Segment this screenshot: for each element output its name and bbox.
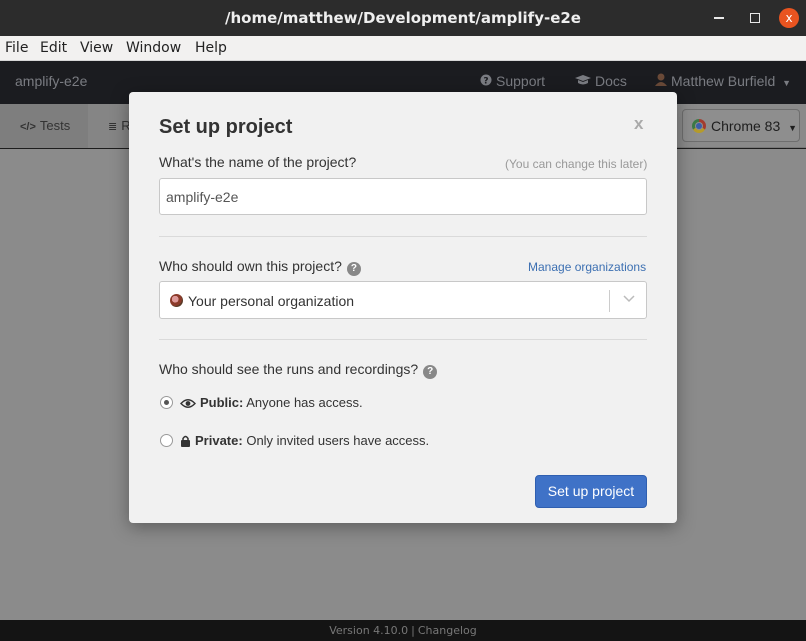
help-icon[interactable]: ?: [346, 262, 361, 276]
support-link[interactable]: ? Support: [480, 73, 545, 89]
setup-project-dialog: Set up project x What's the name of the …: [129, 92, 677, 523]
select-divider: [609, 290, 610, 312]
close-icon: x: [785, 11, 793, 25]
code-icon: </>: [20, 121, 36, 133]
visibility-label-text: Who should see the runs and recordings?: [159, 361, 419, 377]
owner-selected-value: Your personal organization: [188, 293, 355, 309]
chevron-down-icon: ▼: [788, 123, 798, 133]
user-name: Matthew Burfield: [671, 73, 776, 89]
private-title: Private:: [195, 433, 243, 448]
menu-bar: File Edit View Window Help: [0, 36, 806, 61]
private-radio[interactable]: [160, 434, 173, 447]
browser-select[interactable]: Chrome 83 ▼: [682, 109, 800, 142]
user-menu[interactable]: Matthew Burfield ▼: [655, 73, 791, 89]
manage-organizations-link[interactable]: Manage organizations: [528, 260, 646, 274]
lock-icon: [181, 435, 190, 447]
question-circle-icon: ?: [480, 74, 492, 89]
menu-file[interactable]: File: [5, 40, 28, 56]
window-titlebar: /home/matthew/Development/amplify-e2e x: [0, 0, 806, 36]
divider: [159, 236, 647, 237]
svg-text:?: ?: [483, 77, 488, 87]
public-radio[interactable]: [160, 396, 173, 409]
divider: [159, 339, 647, 340]
owner-select[interactable]: Your personal organization: [159, 281, 647, 319]
private-option[interactable]: Private: Only invited users have access.: [180, 433, 429, 448]
chrome-icon: [692, 119, 706, 133]
minimize-icon: [714, 17, 724, 19]
maximize-icon: [750, 13, 760, 23]
support-label: Support: [496, 73, 546, 89]
window-title: /home/matthew/Development/amplify-e2e: [224, 9, 581, 27]
organization-avatar-icon: [170, 294, 183, 307]
tab-tests-label: Tests: [39, 118, 71, 133]
version-label: Version 4.10.0: [329, 624, 409, 637]
project-name-hint: (You can change this later): [505, 157, 648, 171]
chevron-down-icon: [623, 295, 635, 303]
public-description: Anyone has access.: [246, 395, 363, 410]
browser-label: Chrome 83: [711, 118, 781, 134]
private-description: Only invited users have access.: [246, 433, 430, 448]
footer: Version 4.10.0 | Changelog: [0, 620, 806, 641]
public-title: Public:: [200, 395, 244, 410]
public-option[interactable]: Public: Anyone has access.: [180, 395, 363, 410]
maximize-button[interactable]: [745, 8, 765, 28]
changelog-link[interactable]: Changelog: [418, 624, 477, 637]
visibility-label: Who should see the runs and recordings??: [159, 361, 438, 379]
project-name: amplify-e2e: [15, 73, 88, 89]
docs-label: Docs: [595, 73, 627, 89]
footer-separator: |: [411, 624, 415, 637]
menu-view[interactable]: View: [80, 40, 113, 56]
menu-help[interactable]: Help: [195, 40, 227, 56]
dialog-title: Set up project: [159, 116, 293, 138]
owner-label: Who should own this project??: [159, 258, 361, 276]
database-icon: ≣: [108, 121, 118, 133]
docs-link[interactable]: Docs: [575, 73, 627, 89]
dialog-close-button[interactable]: x: [634, 114, 643, 134]
window-close-button[interactable]: x: [779, 8, 799, 28]
project-name-input[interactable]: amplify-e2e: [159, 178, 647, 215]
project-name-label: What's the name of the project?: [159, 154, 357, 170]
menu-window[interactable]: Window: [126, 40, 181, 56]
tab-tests[interactable]: </> Tests: [0, 104, 88, 148]
chevron-down-icon: ▼: [782, 78, 792, 88]
eye-icon: [180, 399, 196, 408]
graduation-cap-icon: [575, 74, 591, 89]
menu-edit[interactable]: Edit: [40, 40, 67, 56]
minimize-button[interactable]: [709, 8, 729, 28]
owner-label-text: Who should own this project?: [159, 258, 342, 274]
setup-project-button[interactable]: Set up project: [535, 475, 647, 508]
user-avatar-icon: [655, 73, 667, 89]
help-icon[interactable]: ?: [423, 365, 438, 379]
